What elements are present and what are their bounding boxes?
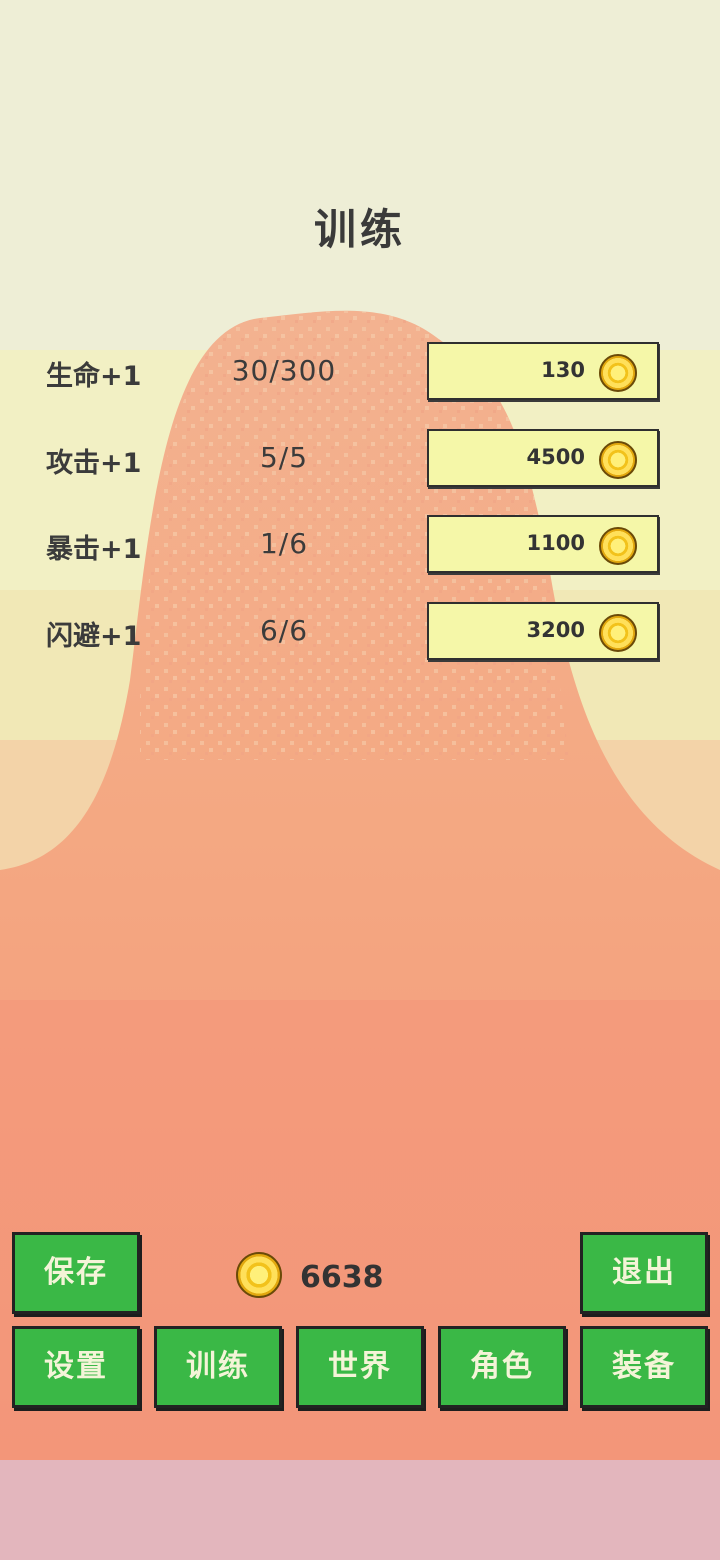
upgrade-attack-button[interactable]: 4500 [427, 429, 659, 487]
upgrade-crit-button[interactable]: 1100 [427, 515, 659, 573]
equipment-button[interactable]: 装备 [580, 1326, 708, 1408]
upgrade-cost: 130 [541, 358, 585, 382]
training-name: 暴击+1 [46, 534, 142, 565]
gold-coin-icon [599, 441, 637, 479]
training-name: 攻击+1 [46, 448, 142, 479]
training-name: 闪避+1 [46, 621, 142, 652]
training-name: 生命+1 [46, 361, 142, 392]
upgrade-hp-button[interactable]: 130 [427, 342, 659, 400]
exit-button[interactable]: 退出 [580, 1232, 708, 1314]
world-button[interactable]: 世界 [296, 1326, 424, 1408]
training-row-dodge: 闪避+1 6/6 3200 [0, 600, 720, 664]
gold-display: 6638 [236, 1252, 416, 1302]
gold-coin-icon [599, 527, 637, 565]
upgrade-cost: 4500 [526, 445, 585, 469]
training-level: 30/300 [231, 354, 337, 387]
gold-amount: 6638 [300, 1260, 384, 1295]
training-level: 5/5 [259, 441, 309, 474]
gold-coin-icon [236, 1252, 282, 1298]
gold-coin-icon [599, 614, 637, 652]
training-row-hp: 生命+1 30/300 130 [0, 340, 720, 404]
gold-coin-icon [599, 354, 637, 392]
page-title: 训练 [313, 205, 406, 254]
training-button[interactable]: 训练 [154, 1326, 282, 1408]
training-row-crit: 暴击+1 1/6 1100 [0, 513, 720, 577]
upgrade-dodge-button[interactable]: 3200 [427, 602, 659, 660]
training-level: 1/6 [259, 527, 309, 560]
save-button[interactable]: 保存 [12, 1232, 140, 1314]
upgrade-cost: 3200 [526, 618, 585, 642]
bottom-bar [0, 1460, 720, 1560]
training-level: 6/6 [259, 614, 309, 647]
upgrade-cost: 1100 [526, 531, 585, 555]
training-row-attack: 攻击+1 5/5 4500 [0, 427, 720, 491]
settings-button[interactable]: 设置 [12, 1326, 140, 1408]
character-button[interactable]: 角色 [438, 1326, 566, 1408]
